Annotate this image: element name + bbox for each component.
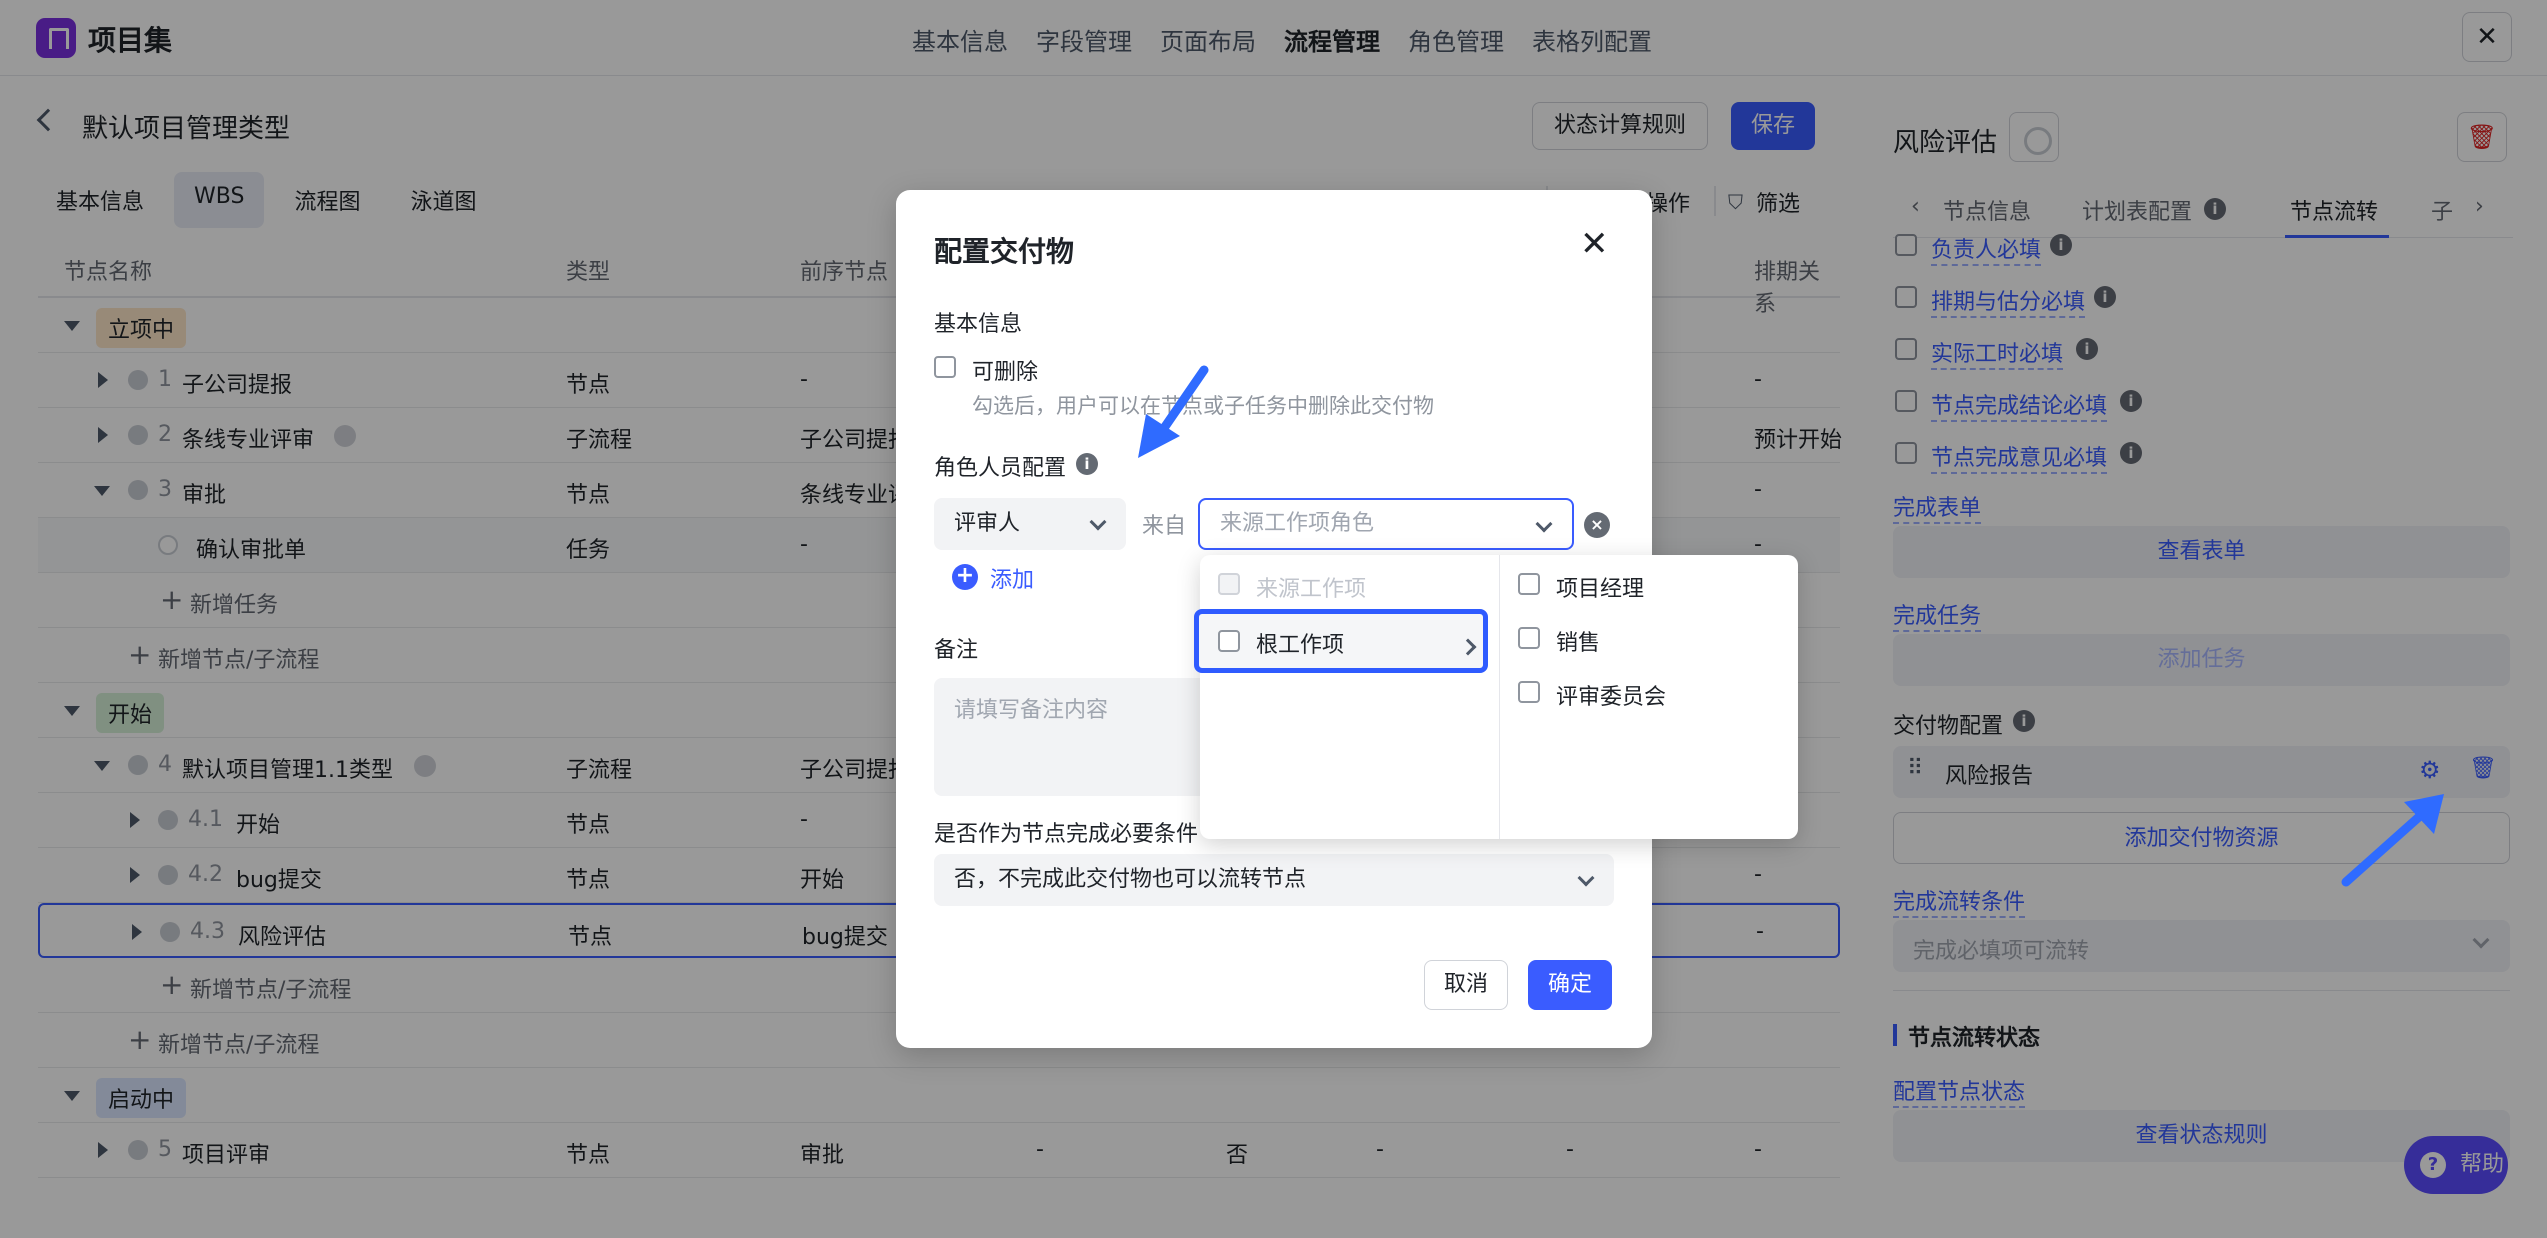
source-role-select[interactable]: 来源工作项角色	[1198, 498, 1574, 550]
project-manager-option[interactable]: 项目经理	[1556, 571, 1644, 603]
dialog-close-icon[interactable]: ✕	[1580, 224, 1609, 264]
role-select[interactable]: 评审人	[934, 498, 1126, 550]
source-role-cascader: 来源工作项 根工作项 项目经理 销售 评审委员会	[1194, 555, 1798, 839]
annotation-arrow-icon	[1138, 365, 1209, 458]
chevron-down-icon	[1577, 869, 1595, 887]
add-plus-icon[interactable]: +	[952, 564, 978, 590]
project-manager-checkbox[interactable]	[1518, 573, 1540, 595]
clear-icon[interactable]: ×	[1584, 512, 1610, 538]
remark-label: 备注	[934, 638, 979, 663]
source-item-checkbox	[1218, 573, 1240, 595]
confirm-button[interactable]: 确定	[1528, 960, 1612, 1010]
required-condition-label: 是否作为节点完成必要条件	[934, 822, 1199, 847]
basic-info-label: 基本信息	[934, 312, 1023, 337]
sales-option[interactable]: 销售	[1556, 625, 1600, 657]
add-role-button[interactable]: 添加	[990, 562, 1034, 594]
review-committee-option[interactable]: 评审委员会	[1556, 679, 1666, 711]
review-committee-checkbox[interactable]	[1518, 681, 1540, 703]
cancel-button[interactable]: 取消	[1424, 960, 1508, 1010]
role-select-value: 评审人	[954, 511, 1021, 536]
info-icon: i	[1076, 453, 1098, 475]
column-divider	[1499, 555, 1500, 839]
deletable-label: 可删除	[972, 360, 1039, 385]
required-condition-select[interactable]: 否，不完成此交付物也可以流转节点	[934, 854, 1614, 906]
annotation-arrow-icon	[2341, 794, 2444, 887]
root-item-option[interactable]: 根工作项	[1256, 627, 1344, 659]
required-condition-value: 否，不完成此交付物也可以流转节点	[954, 867, 1307, 892]
root-item-checkbox[interactable]	[1218, 630, 1240, 652]
from-label: 来自	[1142, 514, 1187, 539]
chevron-down-icon	[1535, 515, 1553, 533]
source-item-option: 来源工作项	[1256, 577, 1367, 602]
chevron-down-icon	[1089, 513, 1107, 531]
role-config-label: 角色人员配置	[934, 456, 1067, 481]
sales-checkbox[interactable]	[1518, 627, 1540, 649]
dialog-title: 配置交付物	[934, 235, 1075, 268]
source-role-placeholder: 来源工作项角色	[1220, 511, 1375, 536]
deletable-checkbox[interactable]	[934, 356, 956, 378]
